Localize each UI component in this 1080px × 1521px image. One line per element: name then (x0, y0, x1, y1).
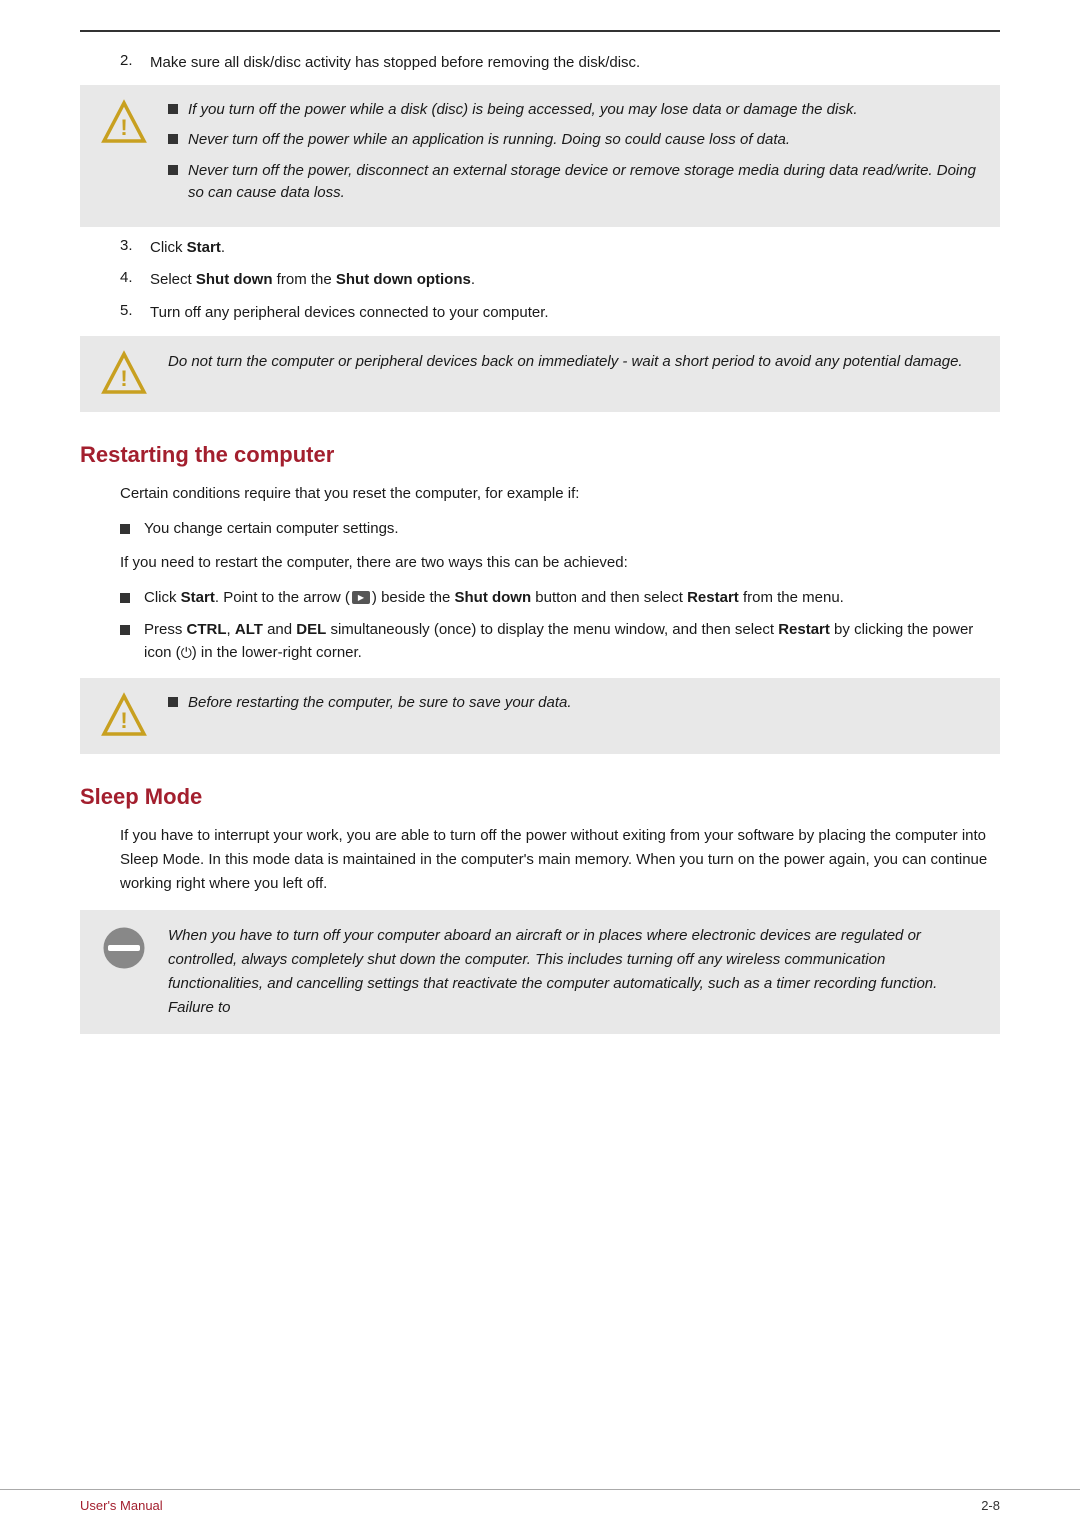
warning-content-3: Before restarting the computer, be sure … (168, 692, 982, 723)
warning-box-1: ! If you turn off the power while a disk… (80, 85, 1000, 227)
bullet-text: Never turn off the power while an applic… (188, 129, 790, 152)
warning-icon-1: ! (98, 99, 150, 147)
section-heading-sleep: Sleep Mode (80, 784, 1000, 810)
warning-content-2: Do not turn the computer or peripheral d… (168, 350, 982, 374)
info-content-sleep: When you have to turn off your computer … (168, 924, 982, 1020)
bullet-square (168, 134, 178, 144)
body-text-restarting-2: If you need to restart the computer, the… (80, 551, 1000, 575)
num-content: Turn off any peripheral devices connecte… (150, 302, 1000, 325)
warning-text: Do not turn the computer or peripheral d… (168, 353, 963, 370)
num-item-5: 5. Turn off any peripheral devices conne… (80, 302, 1000, 325)
num-label: 3. (120, 237, 150, 260)
top-rule (80, 30, 1000, 32)
section-heading-restarting: Restarting the computer (80, 442, 1000, 468)
num-label: 5. (120, 302, 150, 325)
num-label: 4. (120, 269, 150, 292)
bullet-square (168, 104, 178, 114)
footer-left: User's Manual (80, 1498, 163, 1513)
bullet-square (120, 524, 130, 534)
bullet-text: If you turn off the power while a disk (… (188, 99, 858, 122)
warning-content-1: If you turn off the power while a disk (… (168, 99, 982, 213)
info-text: When you have to turn off your computer … (168, 927, 937, 1016)
warning-box-3: ! Before restarting the computer, be sur… (80, 678, 1000, 754)
warning-bullet-item-2: Never turn off the power while an applic… (168, 129, 982, 152)
page-container: 2. Make sure all disk/disc activity has … (0, 0, 1080, 1108)
num-content: Select Shut down from the Shut down opti… (150, 269, 1000, 292)
body-text-restarting-1: Certain conditions require that you rese… (80, 482, 1000, 506)
page-footer: User's Manual 2-8 (0, 1489, 1080, 1521)
warning-icon-2: ! (98, 350, 150, 398)
bullet-content: Press CTRL, ALT and DEL simultaneously (… (144, 619, 1000, 664)
warning-bullet-item-1: If you turn off the power while a disk (… (168, 99, 982, 122)
warning-box-2: ! Do not turn the computer or peripheral… (80, 336, 1000, 412)
num-item-3: 3. Click Start. (80, 237, 1000, 260)
standalone-bullet-3: Press CTRL, ALT and DEL simultaneously (… (80, 619, 1000, 664)
num-label: 2. (120, 52, 150, 75)
svg-text:!: ! (120, 115, 127, 140)
warning-icon-3: ! (98, 692, 150, 740)
num-content: Click Start. (150, 237, 1000, 260)
bullet-content: You change certain computer settings. (144, 518, 1000, 541)
bullet-text: Before restarting the computer, be sure … (188, 692, 572, 715)
body-text-sleep-1: If you have to interrupt your work, you … (80, 824, 1000, 896)
svg-text:!: ! (120, 708, 127, 733)
bullet-square (120, 625, 130, 635)
num-content: Make sure all disk/disc activity has sto… (150, 52, 1000, 75)
bullet-square (168, 697, 178, 707)
num-item-4: 4. Select Shut down from the Shut down o… (80, 269, 1000, 292)
warning-bullet-item-3: Never turn off the power, disconnect an … (168, 160, 982, 205)
prohibition-icon (98, 924, 150, 972)
warning-bullet-list-2: Before restarting the computer, be sure … (168, 692, 982, 715)
warning-bullet-item-before-restart: Before restarting the computer, be sure … (168, 692, 982, 715)
num-item-2: 2. Make sure all disk/disc activity has … (80, 52, 1000, 75)
bullet-text: Never turn off the power, disconnect an … (188, 160, 982, 205)
standalone-bullet-2: Click Start. Point to the arrow (▶) besi… (80, 587, 1000, 610)
svg-text:!: ! (120, 366, 127, 391)
bullet-content: Click Start. Point to the arrow (▶) besi… (144, 587, 1000, 610)
standalone-bullet-1: You change certain computer settings. (80, 518, 1000, 541)
footer-right: 2-8 (981, 1498, 1000, 1513)
info-box-sleep: When you have to turn off your computer … (80, 910, 1000, 1034)
bullet-square (168, 165, 178, 175)
bullet-square (120, 593, 130, 603)
warning-bullet-list: If you turn off the power while a disk (… (168, 99, 982, 205)
